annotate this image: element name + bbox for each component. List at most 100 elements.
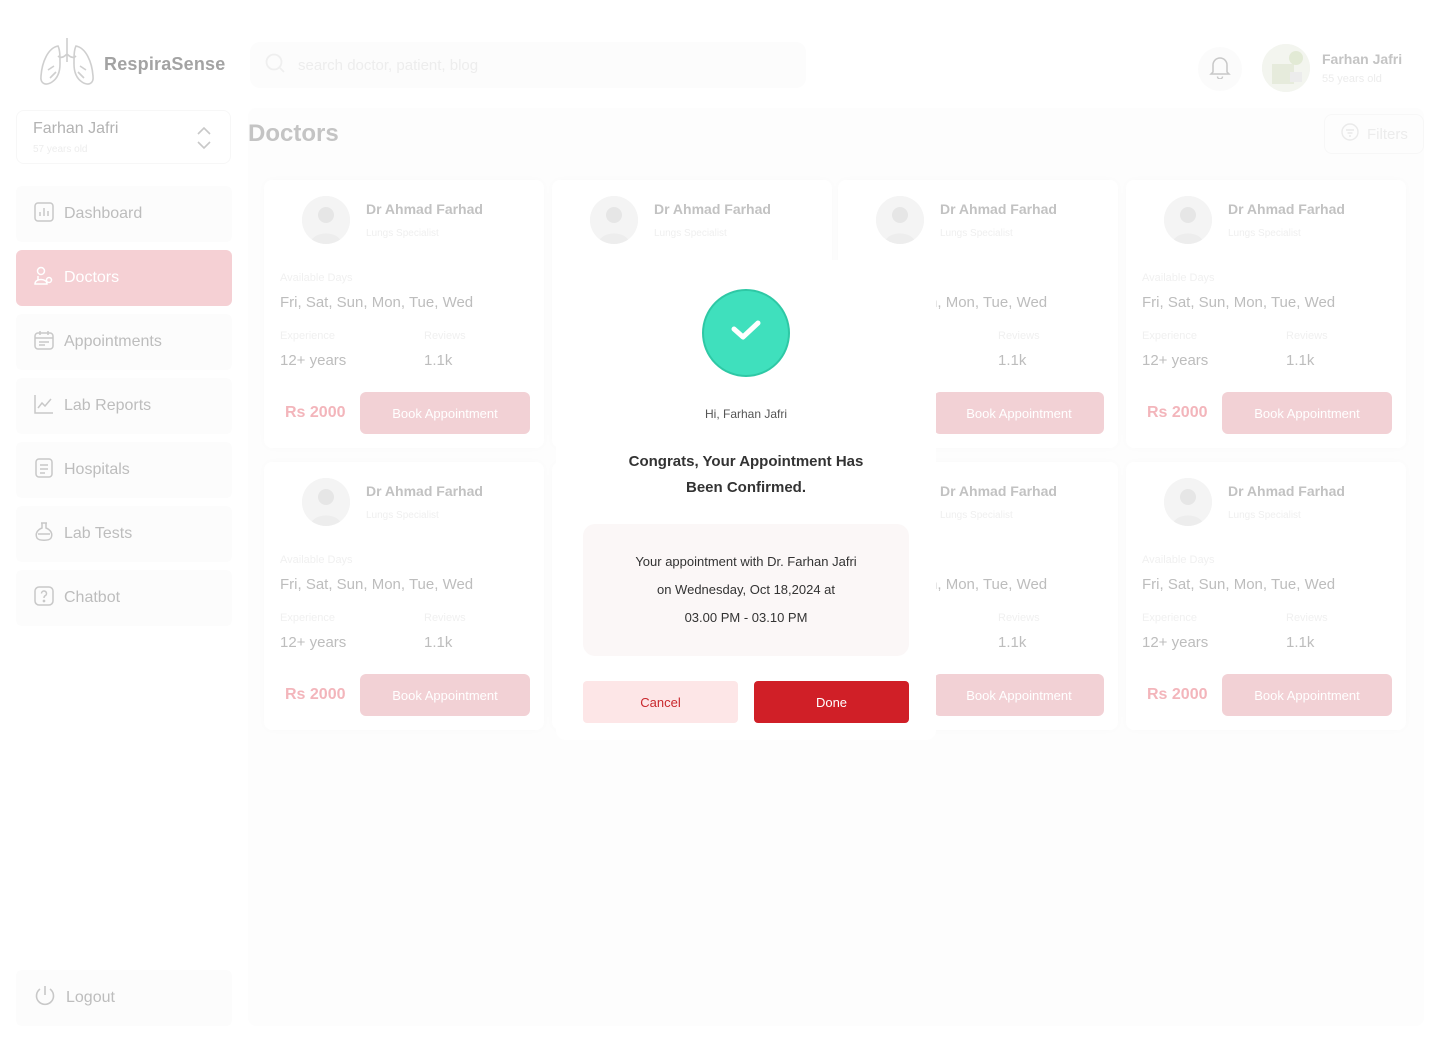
profile-age: 55 years old	[1322, 73, 1382, 85]
doctor-name: Dr Ahmad Farhad	[366, 201, 483, 217]
lungs-icon	[38, 36, 96, 93]
logout-label: Logout	[66, 989, 115, 1006]
confirmation-title: Congrats, Your Appointment Has Been Conf…	[628, 453, 864, 496]
document-icon	[34, 457, 54, 483]
line-chart-icon	[34, 394, 54, 419]
patient-name: Farhan Jafri	[33, 120, 119, 137]
book-appointment-button[interactable]: Book Appointment	[1222, 392, 1392, 434]
book-appointment-button[interactable]: Book Appointment	[934, 674, 1104, 716]
confirmation-dialog: Hi, Farhan Jafri Congrats, Your Appointm…	[556, 260, 936, 740]
profile-name: Farhan Jafri	[1322, 51, 1403, 67]
chart-icon	[34, 201, 54, 227]
doctor-name: Dr Ahmad Farhad	[1228, 483, 1345, 499]
app-name: RespiraSense	[104, 54, 226, 74]
sidebar-nav: Dashboard Doctors Appointments Lab Repor…	[16, 186, 232, 634]
calendar-icon	[34, 330, 54, 355]
book-appointment-button[interactable]: Book Appointment	[360, 674, 530, 716]
sidebar-item-label: Chatbot	[64, 589, 121, 606]
chevron-up-down-icon	[196, 126, 212, 155]
doctor-specialty: Lungs Specialist	[940, 510, 1013, 521]
reviews-label: Reviews	[1286, 612, 1328, 624]
bell-icon	[1209, 55, 1231, 84]
doctor-name: Dr Ahmad Farhad	[940, 483, 1057, 499]
doctor-avatar	[590, 196, 638, 244]
doctor-card[interactable]: Dr Ahmad Farhad Lungs Specialist Availab…	[1126, 462, 1406, 730]
logout-button[interactable]: Logout	[16, 970, 232, 1026]
search-input[interactable]: search doctor, patient, blog	[250, 42, 806, 88]
consultation-price: Rs 2000	[285, 686, 346, 703]
filters-button[interactable]: Filters	[1324, 114, 1424, 154]
experience-label: Experience	[280, 330, 336, 342]
reviews-label: Reviews	[998, 330, 1040, 342]
sidebar-item-doctors[interactable]: Doctors	[16, 250, 232, 306]
doctor-card[interactable]: Dr Ahmad Farhad Lungs Specialist Availab…	[1126, 180, 1406, 448]
sidebar-item-lab-tests[interactable]: Lab Tests	[16, 506, 232, 562]
power-icon	[34, 985, 56, 1012]
doctor-specialty: Lungs Specialist	[654, 228, 727, 239]
filters-label: Filters	[1367, 125, 1408, 143]
sidebar-item-hospitals[interactable]: Hospitals	[16, 442, 232, 498]
doctor-specialty: Lungs Specialist	[1228, 228, 1301, 239]
patient-switcher[interactable]: Farhan Jafri 57 years old	[16, 110, 231, 164]
sidebar-item-label: Appointments	[64, 333, 162, 350]
page-title: Doctors	[248, 120, 339, 147]
checkmark-icon	[729, 318, 763, 349]
doctor-specialty: Lungs Specialist	[366, 510, 439, 521]
sidebar-item-lab-reports[interactable]: Lab Reports	[16, 378, 232, 434]
reviews-value: 1.1k	[1286, 634, 1315, 651]
doctor-card[interactable]: Dr Ahmad Farhad Lungs Specialist Availab…	[264, 462, 544, 730]
doctor-name: Dr Ahmad Farhad	[1228, 201, 1345, 217]
doctor-name: Dr Ahmad Farhad	[940, 201, 1057, 217]
available-days: Fri, Sat, Sun, Mon, Tue, Wed	[1142, 294, 1336, 311]
consultation-price: Rs 2000	[1147, 686, 1208, 703]
experience-label: Experience	[280, 612, 336, 624]
experience-value: 12+ years	[1142, 352, 1209, 369]
reviews-value: 1.1k	[998, 352, 1027, 369]
reviews-value: 1.1k	[1286, 352, 1315, 369]
doctor-specialty: Lungs Specialist	[1228, 510, 1301, 521]
doctor-avatar	[1164, 196, 1212, 244]
sidebar-item-label: Hospitals	[64, 461, 130, 478]
book-appointment-button[interactable]: Book Appointment	[360, 392, 530, 434]
doctor-specialty: Lungs Specialist	[940, 228, 1013, 239]
doctor-card[interactable]: Dr Ahmad Farhad Lungs Specialist Availab…	[264, 180, 544, 448]
experience-value: 12+ years	[1142, 634, 1209, 651]
greeting-text: Hi, Farhan Jafri	[704, 407, 788, 421]
experience-value: 12+ years	[280, 634, 347, 651]
search-placeholder: search doctor, patient, blog	[298, 56, 479, 74]
experience-label: Experience	[1142, 330, 1198, 342]
app-logo[interactable]: RespiraSense	[38, 36, 225, 93]
success-badge	[702, 289, 790, 377]
help-icon	[34, 585, 54, 611]
reviews-label: Reviews	[998, 612, 1040, 624]
book-appointment-button[interactable]: Book Appointment	[1222, 674, 1392, 716]
available-days: Fri, Sat, Sun, Mon, Tue, Wed	[280, 576, 474, 593]
book-appointment-button[interactable]: Book Appointment	[934, 392, 1104, 434]
profile-menu[interactable]: Farhan Jafri 55 years old	[1262, 44, 1402, 92]
reviews-value: 1.1k	[424, 634, 453, 651]
appointment-details: Your appointment with Dr. Farhan Jafri o…	[583, 524, 909, 656]
doctor-name: Dr Ahmad Farhad	[654, 201, 771, 217]
available-days-label: Available Days	[1142, 554, 1215, 566]
available-days: Fri, Sat, Sun, Mon, Tue, Wed	[280, 294, 474, 311]
details-line: on Wednesday, Oct 18,2024 at	[656, 582, 836, 597]
done-button[interactable]: Done	[754, 681, 909, 723]
flask-icon	[34, 521, 54, 547]
experience-label: Experience	[1142, 612, 1198, 624]
sidebar-item-chatbot[interactable]: Chatbot	[16, 570, 232, 626]
notifications-button[interactable]	[1198, 47, 1242, 91]
sidebar-item-appointments[interactable]: Appointments	[16, 314, 232, 370]
sidebar-item-label: Lab Tests	[64, 525, 133, 542]
doctor-icon	[34, 266, 54, 291]
consultation-price: Rs 2000	[285, 404, 346, 421]
doctor-avatar	[302, 196, 350, 244]
doctor-name: Dr Ahmad Farhad	[366, 483, 483, 499]
doctor-specialty: Lungs Specialist	[366, 228, 439, 239]
available-days-label: Available Days	[280, 272, 353, 284]
cancel-button[interactable]: Cancel	[583, 681, 738, 723]
sidebar-item-dashboard[interactable]: Dashboard	[16, 186, 232, 242]
sidebar-item-label: Lab Reports	[64, 397, 152, 414]
doctor-avatar	[1164, 478, 1212, 526]
sidebar-item-label: Doctors	[64, 269, 120, 286]
reviews-value: 1.1k	[424, 352, 453, 369]
